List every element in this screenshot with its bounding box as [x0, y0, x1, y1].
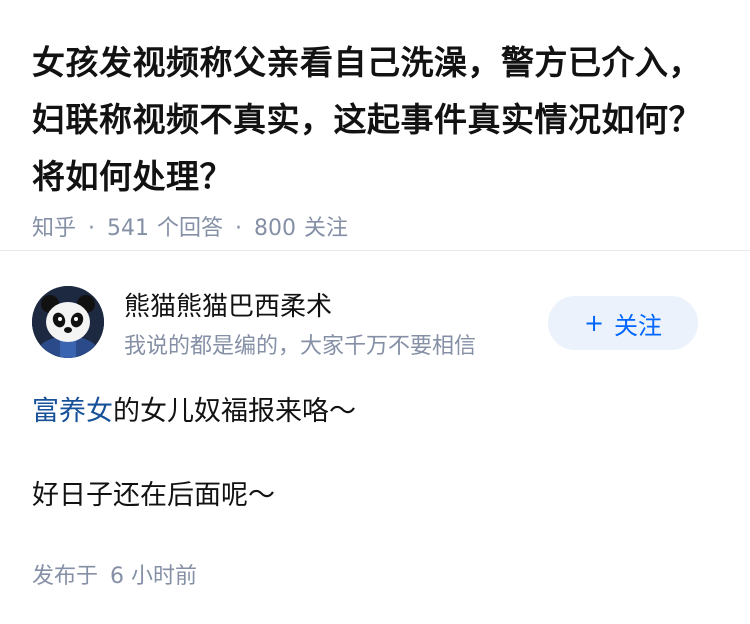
answer-page: 女孩发视频称父亲看自己洗澡，警方已介入，妇联称视频不真实，这起事件真实情况如何？…: [0, 0, 750, 624]
panda-avatar-icon: [32, 286, 104, 358]
author-name[interactable]: 熊猫熊猫巴西柔术: [124, 286, 332, 323]
plus-icon: +: [583, 309, 605, 337]
answer-text: 的女儿奴福报来咯～: [113, 396, 356, 427]
answer-count: 541: [107, 216, 150, 241]
separator-dot: ·: [235, 216, 243, 241]
source-label: 知乎: [32, 216, 77, 241]
question-title[interactable]: 女孩发视频称父亲看自己洗澡，警方已介入，妇联称视频不真实，这起事件真实情况如何？…: [32, 34, 722, 205]
post-time-value: 6 小时前: [110, 564, 198, 589]
keyword-link[interactable]: 富养女: [32, 396, 113, 427]
question-header: 女孩发视频称父亲看自己洗澡，警方已介入，妇联称视频不真实，这起事件真实情况如何？…: [32, 34, 722, 245]
post-time: 发布于 6 小时前: [32, 558, 197, 590]
answer-count-label: 个回答: [157, 216, 224, 241]
answer-paragraph: 好日子还在后面呢～: [32, 480, 275, 511]
separator-dot: ·: [88, 216, 96, 241]
follow-count-label: 关注: [304, 216, 349, 241]
question-meta: 知乎 · 541 个回答 · 800 关注: [32, 213, 722, 245]
answer-paragraph: 富养女的女儿奴福报来咯～: [32, 390, 722, 434]
divider: [0, 250, 750, 251]
avatar[interactable]: [32, 286, 104, 358]
answer-content: 富养女的女儿奴福报来咯～ 好日子还在后面呢～: [32, 390, 722, 518]
author-row: 熊猫熊猫巴西柔术 我说的都是编的，大家千万不要相信 + 关注: [32, 284, 718, 360]
author-bio: 我说的都是编的，大家千万不要相信: [124, 334, 477, 359]
follow-count: 800: [254, 216, 297, 241]
follow-button[interactable]: + 关注: [548, 296, 698, 350]
post-time-prefix: 发布于: [32, 564, 99, 589]
follow-button-label: 关注: [614, 311, 663, 340]
